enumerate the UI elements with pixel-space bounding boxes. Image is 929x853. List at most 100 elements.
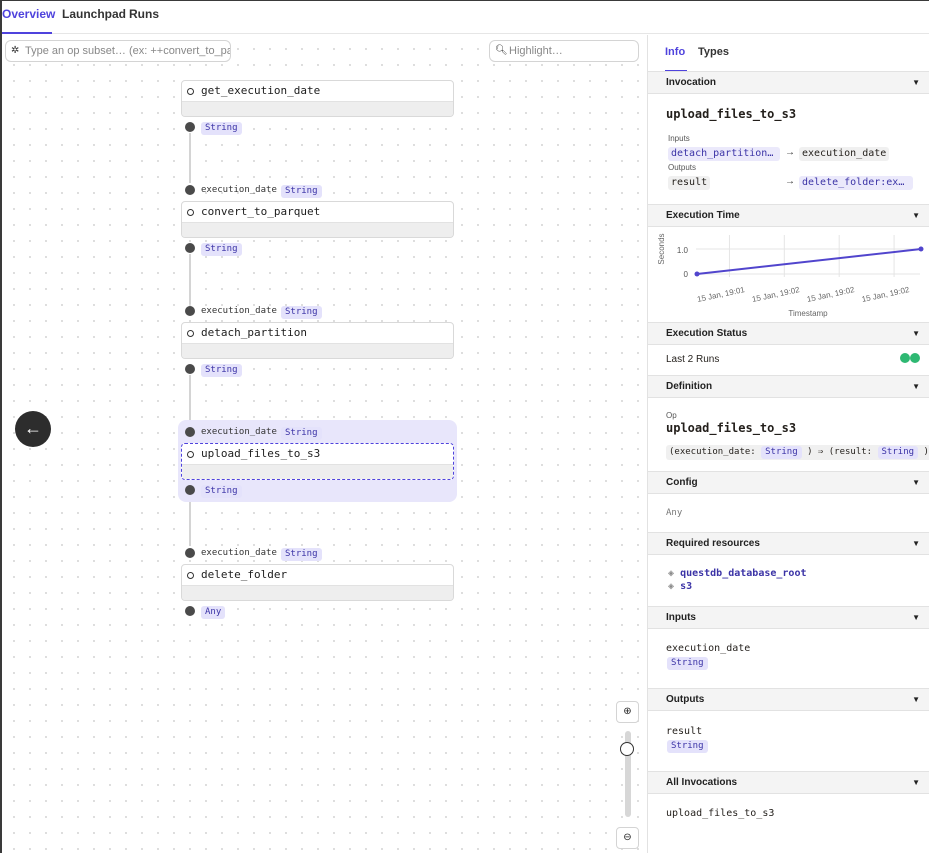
output-port[interactable]: String: [185, 241, 242, 256]
inputs-label: Inputs: [668, 134, 690, 143]
section-title: Execution Status: [666, 328, 748, 339]
op-name: delete_folder: [182, 565, 453, 585]
zoom-in-icon[interactable]: ⊕: [616, 701, 639, 723]
run-status-dot[interactable]: [900, 353, 910, 363]
output-port[interactable]: Any: [185, 604, 226, 619]
input-port[interactable]: execution_date String: [185, 546, 322, 561]
resource-item[interactable]: ◈ questdb_database_root: [668, 568, 807, 579]
arrow-right-icon: →: [785, 176, 795, 187]
y-axis-label: Seconds: [657, 233, 666, 264]
resource-item[interactable]: ◈ s3: [668, 581, 692, 592]
input-name: execution_date: [201, 306, 277, 316]
series-line: [696, 248, 922, 275]
input-port[interactable]: execution_date String: [185, 304, 322, 319]
op-node-detach-partition[interactable]: detach_partition: [181, 322, 454, 359]
section-definition[interactable]: Definition ▼: [648, 375, 929, 398]
chevron-down-icon: ▼: [912, 211, 920, 220]
section-execution-status[interactable]: Execution Status ▼: [648, 322, 929, 345]
invocation-output-source: result: [668, 176, 711, 190]
run-status-dot[interactable]: [910, 353, 920, 363]
sig-mid: ) ⇒ (result:: [807, 447, 873, 457]
output-name: result: [666, 726, 703, 737]
arrow-left-icon[interactable]: ←: [15, 411, 51, 447]
op-name: detach_partition: [182, 323, 453, 343]
zoom-out-icon[interactable]: ⊖: [616, 827, 639, 849]
zoom-slider-thumb[interactable]: [620, 742, 634, 756]
edge: [189, 254, 191, 304]
type-tag: String: [281, 185, 322, 198]
type-tag: String: [201, 243, 242, 256]
invocation-input-target: execution_date: [799, 147, 890, 161]
chevron-down-icon: ▼: [912, 78, 920, 87]
input-name: execution_date: [201, 185, 277, 195]
chevron-down-icon: ▼: [912, 329, 920, 338]
invocation-list-item[interactable]: upload_files_to_s3: [666, 808, 774, 819]
invocation-input-source[interactable]: detach_partition…: [668, 147, 780, 161]
section-config[interactable]: Config ▼: [648, 471, 929, 494]
output-port[interactable]: String: [185, 362, 242, 377]
input-port[interactable]: execution_date String: [185, 183, 322, 198]
section-all-invocations[interactable]: All Invocations ▼: [648, 771, 929, 794]
x-tick-label: 15 Jan, 19:02: [861, 285, 911, 304]
type-tag: String: [201, 364, 242, 377]
edge: [189, 375, 191, 425]
op-graph-canvas[interactable]: ✲ Type an op subset… (ex: ++convert_to_p…: [2, 35, 647, 853]
op-subset-input[interactable]: ✲ Type an op subset… (ex: ++convert_to_p…: [5, 40, 231, 62]
definition-kind: Op: [666, 411, 677, 420]
invocation-output-target[interactable]: delete_folder:ex…: [799, 176, 913, 190]
type-tag: String: [201, 485, 242, 498]
x-tick-label: 15 Jan, 19:02: [806, 285, 856, 304]
section-title: Config: [666, 477, 698, 488]
input-name: execution_date: [201, 427, 277, 437]
tab-info[interactable]: Info: [665, 35, 687, 72]
section-execution-time[interactable]: Execution Time ▼: [648, 204, 929, 227]
type-tag[interactable]: String: [667, 740, 708, 753]
data-point[interactable]: [694, 271, 700, 277]
zoom-control: ⊕ ⊖: [616, 701, 639, 851]
op-node-convert-to-parquet[interactable]: convert_to_parquet: [181, 201, 454, 238]
type-tag[interactable]: String: [877, 446, 919, 459]
app-window: Overview Launchpad Runs ✲ Type an op sub…: [0, 0, 929, 853]
definition-signature: (execution_date: String ) ⇒ (result: Str…: [666, 445, 929, 460]
section-outputs[interactable]: Outputs ▼: [648, 688, 929, 711]
chevron-down-icon: ▼: [912, 695, 920, 704]
highlight-placeholder: Highlight…: [509, 45, 563, 57]
section-title: Outputs: [666, 694, 705, 705]
highlight-input[interactable]: 🔍︎ Highlight…: [489, 40, 639, 62]
chevron-down-icon: ▼: [912, 382, 920, 391]
type-tag: String: [281, 427, 322, 440]
data-point[interactable]: [918, 246, 924, 252]
tab-runs[interactable]: Runs: [129, 1, 159, 34]
output-port[interactable]: String: [185, 483, 242, 498]
type-tag: String: [281, 548, 322, 561]
tab-overview[interactable]: Overview: [2, 1, 55, 34]
op-node-upload-files-to-s3[interactable]: upload_files_to_s3: [181, 443, 454, 480]
type-tag[interactable]: String: [667, 657, 708, 670]
chevron-down-icon: ▼: [912, 778, 920, 787]
section-required-resources[interactable]: Required resources ▼: [648, 532, 929, 555]
type-tag[interactable]: String: [761, 446, 802, 459]
sidebar-tabs: Info Types: [648, 35, 929, 72]
input-name: execution_date: [666, 643, 751, 654]
section-invocation[interactable]: Invocation ▼: [648, 71, 929, 94]
resource-icon: ◈: [668, 568, 675, 579]
type-tag: String: [201, 122, 242, 135]
last-runs-label: Last 2 Runs: [666, 354, 720, 365]
output-port[interactable]: String: [185, 120, 242, 135]
section-title: All Invocations: [666, 777, 738, 788]
input-port[interactable]: execution_date String: [185, 425, 322, 440]
edge: [189, 496, 191, 546]
op-name: convert_to_parquet: [182, 202, 453, 222]
x-tick-label: 15 Jan, 19:02: [751, 285, 801, 304]
op-node-delete-folder[interactable]: delete_folder: [181, 564, 454, 601]
section-title: Definition: [666, 381, 713, 392]
resource-icon: ◈: [668, 581, 675, 592]
op-node-get-execution-date[interactable]: get_execution_date: [181, 80, 454, 117]
tab-types[interactable]: Types: [698, 35, 729, 72]
y-tick-label: 0: [684, 270, 689, 279]
section-inputs[interactable]: Inputs ▼: [648, 606, 929, 629]
sig-close: ): [923, 447, 929, 457]
tab-launchpad[interactable]: Launchpad: [62, 1, 126, 34]
config-value: Any: [666, 508, 683, 518]
sig-open: (execution_date:: [669, 447, 756, 457]
